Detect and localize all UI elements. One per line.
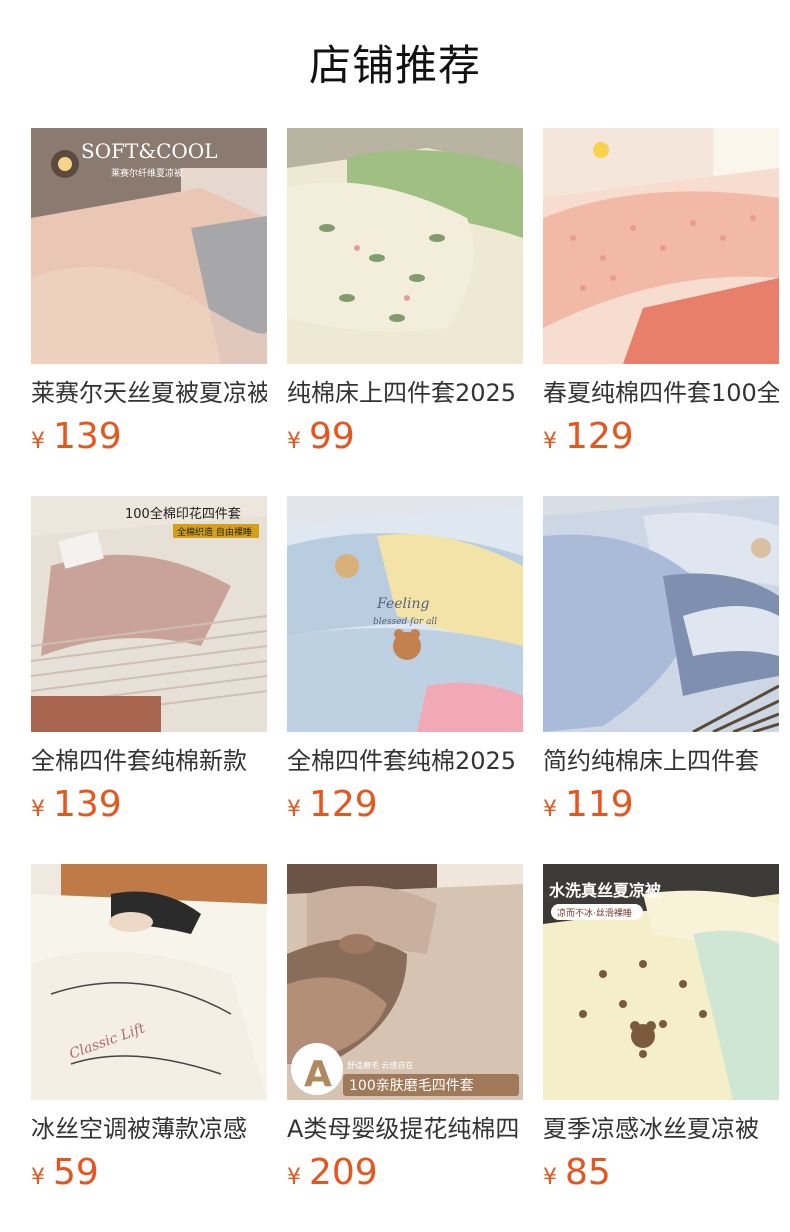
product-name[interactable]: 纯棉床上四件套2025 xyxy=(287,376,523,410)
page-title: 店铺推荐 xyxy=(308,41,481,90)
price-value: 59 xyxy=(53,1152,99,1193)
product-image[interactable] xyxy=(287,128,523,364)
bedding-photo-icon xyxy=(543,496,779,732)
price-value: 85 xyxy=(565,1152,611,1193)
image-subtext: 莱赛尔纤维夏凉被 xyxy=(111,167,183,179)
currency-symbol: ¥ xyxy=(31,1165,45,1190)
price-value: 119 xyxy=(565,784,634,825)
product-image[interactable]: Classic Lift xyxy=(31,864,267,1100)
price-value: 139 xyxy=(53,416,122,457)
product-price: ¥139 xyxy=(31,414,122,460)
image-headline: 水洗真丝夏凉被 xyxy=(549,881,662,900)
product-price: ¥139 xyxy=(31,782,122,828)
product-card[interactable]: SOFT&COOL 莱赛尔纤维夏凉被 莱赛尔天丝夏被夏凉被 ¥139 xyxy=(31,128,267,457)
product-name[interactable]: 全棉四件套纯棉2025 xyxy=(287,744,523,778)
product-price: ¥99 xyxy=(287,414,355,460)
product-name[interactable]: 冰丝空调被薄款凉感 xyxy=(31,1112,267,1146)
product-image[interactable]: A 舒适磨毛 云感自在 100亲肤磨毛四件套 xyxy=(287,864,523,1100)
currency-symbol: ¥ xyxy=(31,429,45,454)
product-image[interactable] xyxy=(543,128,779,364)
image-headline: 100全棉印花四件套 xyxy=(125,506,241,522)
currency-symbol: ¥ xyxy=(543,797,557,822)
image-subtext: blessed for all xyxy=(373,617,437,627)
price-value: 99 xyxy=(309,416,355,457)
product-name[interactable]: A类母婴级提花纯棉四 xyxy=(287,1112,523,1146)
product-name[interactable]: 简约纯棉床上四件套 xyxy=(543,744,779,778)
bedding-photo-icon: SOFT&COOL 莱赛尔纤维夏凉被 xyxy=(31,128,267,364)
product-price: ¥129 xyxy=(287,782,378,828)
image-headline: SOFT&COOL xyxy=(81,139,218,163)
price-value: 129 xyxy=(565,416,634,457)
product-name[interactable]: 春夏纯棉四件套100全 xyxy=(543,376,779,410)
bedding-photo-icon xyxy=(287,128,523,364)
bedding-photo-icon: 100全棉印花四件套 全棉织造 自由裸睡 xyxy=(31,496,267,732)
price-value: 209 xyxy=(309,1152,378,1193)
product-image[interactable]: SOFT&COOL 莱赛尔纤维夏凉被 xyxy=(31,128,267,364)
product-image[interactable]: 100全棉印花四件套 全棉织造 自由裸睡 xyxy=(31,496,267,732)
product-image[interactable]: Feeling blessed for all xyxy=(287,496,523,732)
product-card[interactable]: 春夏纯棉四件套100全 ¥129 xyxy=(543,128,779,457)
product-price: ¥85 xyxy=(543,1150,611,1196)
currency-symbol: ¥ xyxy=(543,429,557,454)
price-value: 129 xyxy=(309,784,378,825)
product-card[interactable]: 水洗真丝夏凉被 凉而不冰·丝滑裸睡 夏季凉感冰丝夏凉被 ¥85 xyxy=(543,864,779,1193)
product-card[interactable]: 100全棉印花四件套 全棉织造 自由裸睡 全棉四件套纯棉新款 ¥139 xyxy=(31,496,267,825)
product-card[interactable]: Classic Lift 冰丝空调被薄款凉感 ¥59 xyxy=(31,864,267,1193)
currency-symbol: ¥ xyxy=(287,1165,301,1190)
product-card[interactable]: Feeling blessed for all 全棉四件套纯棉2025 ¥129 xyxy=(287,496,523,825)
currency-symbol: ¥ xyxy=(543,1165,557,1190)
product-name[interactable]: 莱赛尔天丝夏被夏凉被 xyxy=(31,376,267,410)
bedding-photo-icon xyxy=(543,128,779,364)
bedding-photo-icon: Feeling blessed for all xyxy=(287,496,523,732)
currency-symbol: ¥ xyxy=(31,797,45,822)
image-headline: 100亲肤磨毛四件套 xyxy=(349,1078,474,1094)
bedding-photo-icon: Classic Lift xyxy=(31,864,267,1100)
product-card[interactable]: 纯棉床上四件套2025 ¥99 xyxy=(287,128,523,457)
currency-symbol: ¥ xyxy=(287,797,301,822)
product-card[interactable]: 简约纯棉床上四件套 ¥119 xyxy=(543,496,779,825)
product-image[interactable] xyxy=(543,496,779,732)
image-subtext: 舒适磨毛 云感自在 xyxy=(347,1060,414,1070)
product-image[interactable]: 水洗真丝夏凉被 凉而不冰·丝滑裸睡 xyxy=(543,864,779,1100)
product-price: ¥119 xyxy=(543,782,634,828)
image-badge: A xyxy=(304,1054,332,1095)
bedding-photo-icon: A 舒适磨毛 云感自在 100亲肤磨毛四件套 xyxy=(287,864,523,1100)
product-name[interactable]: 夏季凉感冰丝夏凉被 xyxy=(543,1112,779,1146)
image-subtext: 凉而不冰·丝滑裸睡 xyxy=(557,907,632,919)
price-value: 139 xyxy=(53,784,122,825)
product-price: ¥209 xyxy=(287,1150,378,1196)
image-subtext: 全棉织造 自由裸睡 xyxy=(177,526,252,538)
bedding-photo-icon: 水洗真丝夏凉被 凉而不冰·丝滑裸睡 xyxy=(543,864,779,1100)
product-card[interactable]: A 舒适磨毛 云感自在 100亲肤磨毛四件套 A类母婴级提花纯棉四 ¥209 xyxy=(287,864,523,1193)
currency-symbol: ¥ xyxy=(287,429,301,454)
product-price: ¥59 xyxy=(31,1150,99,1196)
product-price: ¥129 xyxy=(543,414,634,460)
product-name[interactable]: 全棉四件套纯棉新款 xyxy=(31,744,267,778)
image-headline: Feeling xyxy=(376,596,429,612)
